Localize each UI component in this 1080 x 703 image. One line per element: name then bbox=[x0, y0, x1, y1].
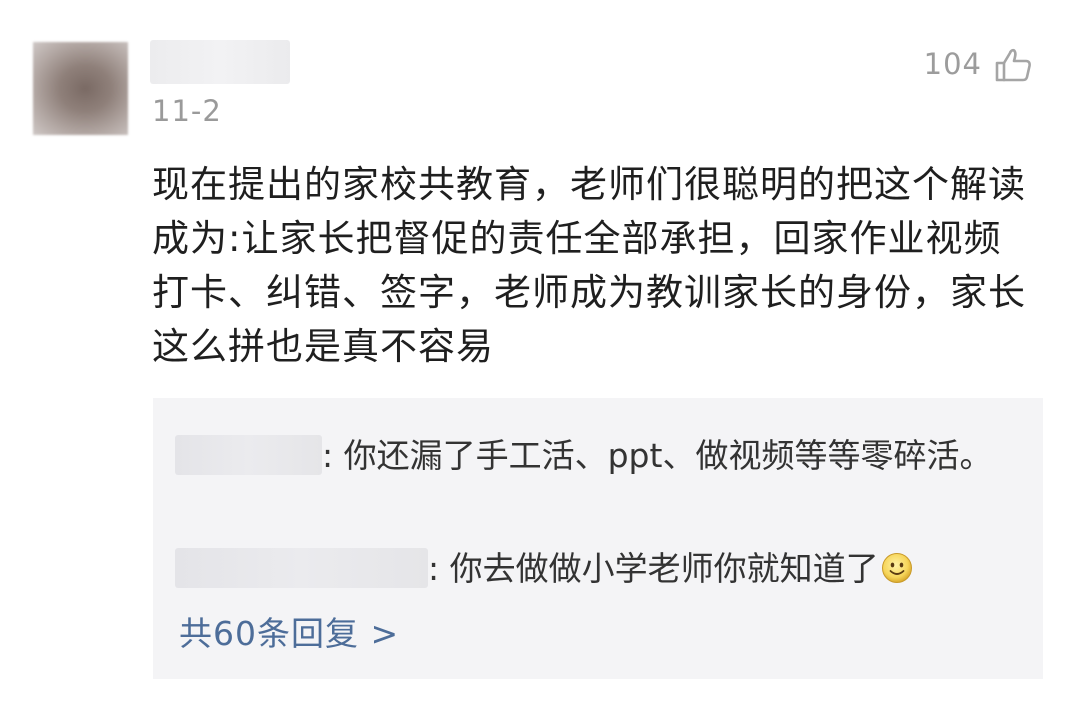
comment-card: 11-2 104 现在提出的家校共教育，老师们很聪明的把这个解读成为:让家长把督… bbox=[0, 0, 1080, 703]
view-all-replies-link[interactable]: 共60条回复 > bbox=[179, 607, 399, 655]
avatar[interactable] bbox=[33, 42, 128, 135]
smile-emoji-icon bbox=[881, 552, 912, 583]
thumbs-up-icon[interactable] bbox=[993, 45, 1033, 85]
username-blurred[interactable] bbox=[150, 40, 290, 84]
comment-text: 现在提出的家校共教育，老师们很聪明的把这个解读成为:让家长把督促的责任全部承担，… bbox=[152, 163, 1026, 368]
reply-author-blurred[interactable] bbox=[175, 434, 322, 475]
comment-date: 11-2 bbox=[152, 94, 222, 128]
reply-item[interactable]: : 你去做做小学老师你就知道了 bbox=[175, 541, 1005, 597]
like-count[interactable]: 104 bbox=[924, 47, 982, 81]
reply-author-blurred[interactable] bbox=[175, 547, 428, 588]
reply-item[interactable]: : 你还漏了手工活、ppt、做视频等等零碎活。 bbox=[175, 428, 1005, 484]
replies-panel: : 你还漏了手工活、ppt、做视频等等零碎活。 : 你去做做小学老师你就知道了 … bbox=[153, 398, 1043, 679]
reply-text: : 你去做做小学老师你就知道了 bbox=[428, 549, 879, 588]
reply-text: : 你还漏了手工活、ppt、做视频等等零碎活。 bbox=[322, 436, 993, 475]
